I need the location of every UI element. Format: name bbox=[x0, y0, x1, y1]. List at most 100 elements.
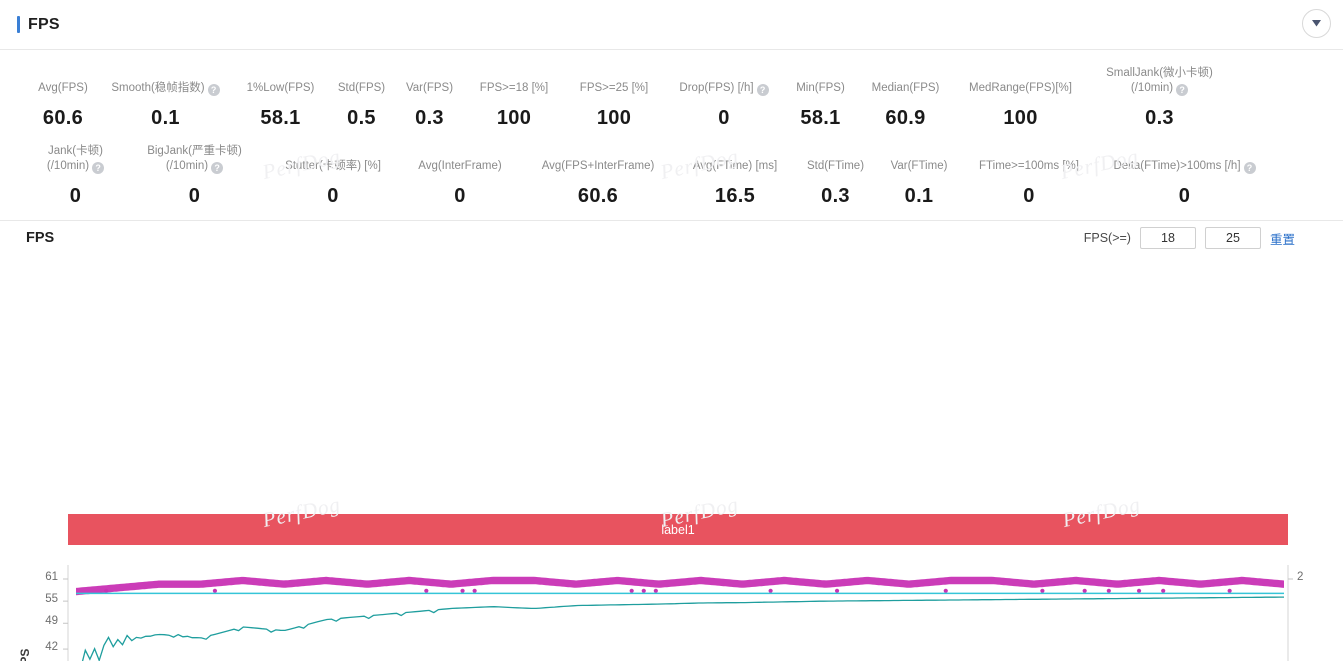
stat-value: 0 bbox=[718, 107, 730, 129]
stat-value: 0 bbox=[454, 185, 466, 207]
title-accent-bar bbox=[17, 16, 20, 33]
stat-value: 60.9 bbox=[885, 107, 926, 129]
stat-item: Min(FPS) 58.1 bbox=[784, 66, 857, 130]
chart-toolbar: FPS FPS(>=) 重置 bbox=[0, 221, 1343, 255]
page-title: FPS bbox=[28, 15, 60, 33]
stat-item: FTime>=100ms [%] 0 bbox=[961, 144, 1097, 208]
stat-value: 58.1 bbox=[260, 107, 301, 129]
stat-label: Avg(FPS) bbox=[38, 82, 88, 94]
help-icon[interactable]: ? bbox=[92, 162, 105, 174]
stat-label: Jank(卡顿) bbox=[48, 145, 103, 157]
stat-value: 0.1 bbox=[904, 185, 934, 207]
stat-item: Stutter(卡顿率) [%] 0 bbox=[266, 144, 400, 208]
fps-threshold-controls: FPS(>=) 重置 bbox=[1084, 227, 1295, 249]
stat-item: Avg(FTime) [ms] 16.5 bbox=[676, 144, 794, 208]
stat-label: Avg(InterFrame) bbox=[418, 160, 502, 172]
stat-label: Smooth(稳帧指数)? bbox=[111, 81, 220, 96]
stat-item: SmallJank(微小卡顿) (/10min)? 0.3 bbox=[1087, 66, 1232, 130]
panel-header: FPS bbox=[0, 0, 1343, 50]
stat-label: FPS>=18 [%] bbox=[479, 82, 549, 94]
stat-value: 100 bbox=[1003, 107, 1038, 129]
stat-value: 0 bbox=[188, 185, 201, 207]
annotation-band-label: label1 bbox=[661, 522, 695, 537]
stat-label: SmallJank(微小卡顿) bbox=[1106, 67, 1213, 79]
stat-value: 0.5 bbox=[347, 107, 376, 129]
stat-label: Drop(FPS) [/h]? bbox=[679, 81, 769, 96]
stat-item: Avg(InterFrame) 0 bbox=[400, 144, 520, 208]
stat-item: MedRange(FPS)[%] 100 bbox=[954, 66, 1087, 130]
stats-summary: Avg(FPS) 60.6 Smooth(稳帧指数)? 0.1 1%Low(FPS) 58… bbox=[0, 50, 1343, 208]
stat-label: Avg(FPS+InterFrame) bbox=[541, 160, 655, 172]
stat-item: FPS>=18 [%] 100 bbox=[464, 66, 564, 130]
stat-label: 1%Low(FPS) bbox=[246, 82, 315, 94]
stat-value: 100 bbox=[596, 107, 632, 129]
stat-label: Delta(FTime)>100ms [/h]? bbox=[1113, 159, 1256, 174]
stat-label-sub: (/10min)? bbox=[1106, 81, 1213, 96]
chevron-down-icon bbox=[1311, 19, 1322, 28]
stat-label: Stutter(卡顿率) [%] bbox=[285, 160, 381, 172]
stat-item: Drop(FPS) [/h]? 0 bbox=[664, 66, 784, 130]
y2-tick-label: 2 bbox=[1297, 571, 1304, 583]
stat-label: FTime>=100ms [%] bbox=[979, 160, 1079, 172]
help-icon[interactable]: ? bbox=[756, 84, 769, 96]
stat-item: Avg(FPS) 60.6 bbox=[28, 66, 98, 130]
stat-value: 0.3 bbox=[1145, 107, 1174, 129]
chart-plot-area[interactable] bbox=[0, 557, 1343, 661]
stat-item: Smooth(稳帧指数)? 0.1 bbox=[98, 66, 233, 130]
fps-chart-panel: FPS FPS(>=) 重置 label1 FPS Jank 061218243… bbox=[0, 220, 1343, 661]
help-icon[interactable]: ? bbox=[1176, 84, 1189, 96]
stat-label: Median(FPS) bbox=[871, 82, 940, 94]
stat-value: 16.5 bbox=[714, 185, 756, 207]
stat-item: Delta(FTime)>100ms [/h]? 0 bbox=[1097, 144, 1272, 208]
stat-label: Avg(FTime) [ms] bbox=[692, 160, 778, 172]
stat-label: Var(FTime) bbox=[890, 160, 948, 172]
stat-label: Var(FPS) bbox=[405, 82, 454, 94]
help-icon[interactable]: ? bbox=[207, 84, 220, 96]
stat-value: 0 bbox=[1023, 185, 1035, 207]
y-tick-label: 42 bbox=[45, 641, 58, 654]
stat-value: 0 bbox=[327, 185, 339, 207]
stat-value: 0.1 bbox=[151, 107, 180, 129]
reset-link[interactable]: 重置 bbox=[1270, 229, 1295, 248]
stats-row-primary: Avg(FPS) 60.6 Smooth(稳帧指数)? 0.1 1%Low(FPS) 58… bbox=[0, 66, 1343, 130]
stat-label: FPS>=25 [%] bbox=[579, 82, 649, 94]
stat-item: Std(FTime) 0.3 bbox=[794, 144, 877, 208]
stat-item: Median(FPS) 60.9 bbox=[857, 66, 954, 130]
stat-label: Min(FPS) bbox=[796, 82, 845, 94]
stat-label: Std(FPS) bbox=[337, 82, 386, 94]
stat-item: Avg(FPS+InterFrame) 60.6 bbox=[520, 144, 676, 208]
collapse-toggle-button[interactable] bbox=[1302, 9, 1331, 38]
stats-row-secondary: Jank(卡顿) (/10min)? 0 BigJank(严重卡顿) (/10min)?… bbox=[0, 144, 1343, 208]
stat-item: Var(FTime) 0.1 bbox=[877, 144, 961, 208]
stat-value: 100 bbox=[496, 107, 532, 129]
stat-item: BigJank(严重卡顿) (/10min)? 0 bbox=[123, 144, 266, 208]
fps-threshold-high-input[interactable] bbox=[1204, 227, 1261, 249]
y-tick-label: 49 bbox=[45, 615, 58, 628]
stat-value: 0.3 bbox=[821, 185, 850, 207]
annotation-band[interactable]: label1 bbox=[68, 514, 1288, 545]
fps-threshold-low-input[interactable] bbox=[1139, 227, 1196, 249]
help-icon[interactable]: ? bbox=[1243, 162, 1256, 174]
stat-label: BigJank(严重卡顿) bbox=[147, 145, 242, 157]
y-tick-label: 61 bbox=[45, 571, 58, 583]
chart-title: FPS bbox=[26, 230, 55, 246]
stat-label-sub: (/10min)? bbox=[147, 159, 242, 174]
stat-item: Jank(卡顿) (/10min)? 0 bbox=[28, 144, 123, 208]
stat-value: 0 bbox=[69, 185, 82, 207]
stat-value: 58.1 bbox=[800, 107, 841, 129]
stat-value: 0 bbox=[1178, 185, 1191, 207]
stat-label: Std(FTime) bbox=[806, 160, 865, 172]
y-tick-label: 55 bbox=[45, 593, 58, 606]
stat-item: Std(FPS) 0.5 bbox=[328, 66, 395, 130]
fps-panel: FPS Avg(FPS) 60.6 Smooth(稳帧指数)? 0.1 1%Low(FP… bbox=[0, 0, 1343, 661]
stat-value: 60.6 bbox=[577, 185, 619, 207]
fps-threshold-label: FPS(>=) bbox=[1083, 231, 1131, 245]
stat-label-sub: (/10min)? bbox=[47, 159, 105, 174]
stat-item: FPS>=25 [%] 100 bbox=[564, 66, 664, 130]
stat-value: 60.6 bbox=[42, 107, 84, 129]
help-icon[interactable]: ? bbox=[211, 162, 224, 174]
stat-item: Var(FPS) 0.3 bbox=[395, 66, 464, 130]
stat-value: 0.3 bbox=[415, 107, 444, 129]
chart-svg bbox=[63, 565, 1293, 661]
stat-label: MedRange(FPS)[%] bbox=[969, 82, 1072, 94]
